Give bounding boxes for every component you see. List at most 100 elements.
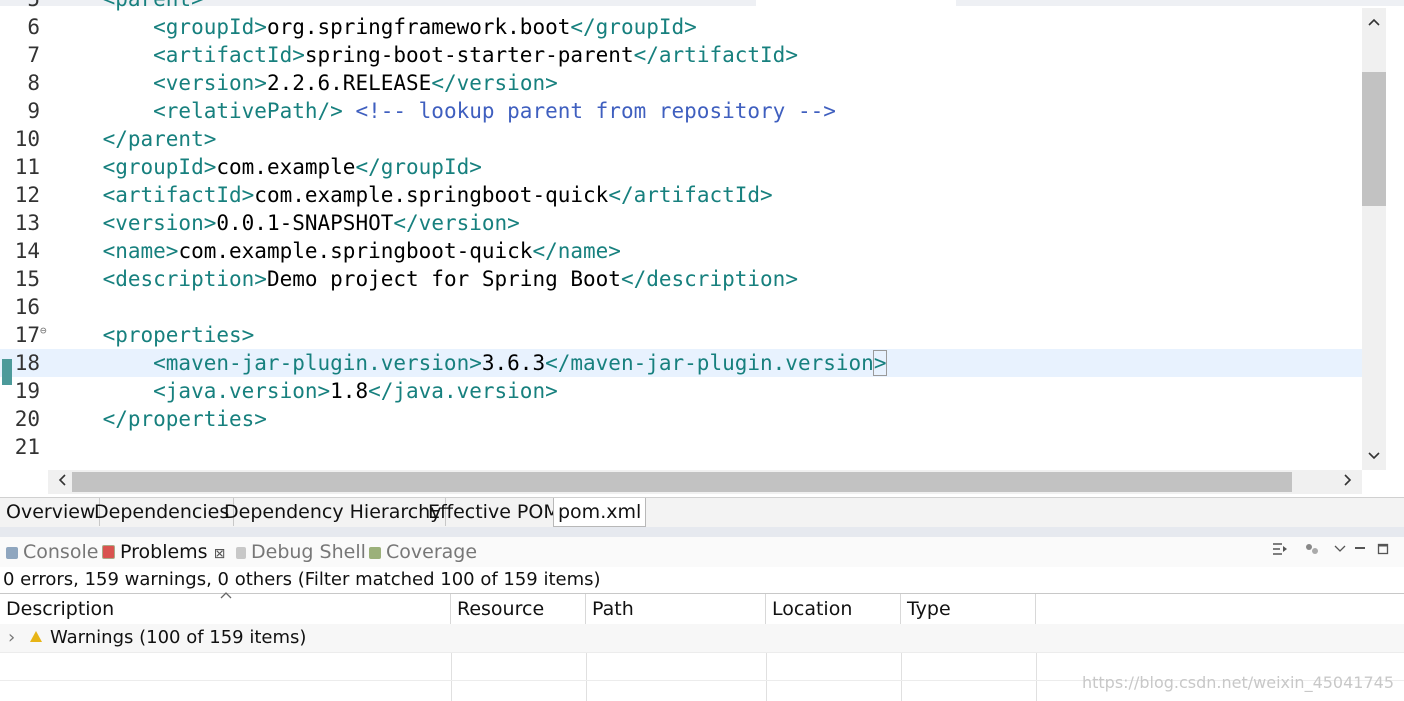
horizontal-scrollbar[interactable] bbox=[48, 470, 1362, 494]
configure-icon[interactable] bbox=[1304, 541, 1320, 561]
xml-text: 3.6.3 bbox=[481, 351, 546, 375]
xml-tag: </java.version> bbox=[368, 379, 558, 403]
xml-text: org.springframework.boot bbox=[266, 15, 571, 39]
code-line[interactable]: 8 <version>2.2.6.RELEASE</version> bbox=[0, 69, 1362, 97]
close-icon[interactable]: ⊠ bbox=[214, 546, 226, 562]
line-number: 8 bbox=[27, 71, 40, 95]
code-line[interactable]: 14 <name>com.example.springboot-quick</n… bbox=[0, 237, 1362, 265]
code-line[interactable]: 9 <relativePath/> <!-- lookup parent fro… bbox=[0, 97, 1362, 125]
minimize-icon[interactable] bbox=[1354, 541, 1366, 559]
code-text: <properties> bbox=[52, 321, 255, 349]
tab-dependencies[interactable]: Dependencies bbox=[90, 498, 235, 526]
scroll-up-icon[interactable] bbox=[1362, 12, 1386, 34]
xml-tag: > bbox=[872, 350, 888, 376]
code-text: <relativePath/> <!-- lookup parent from … bbox=[52, 97, 836, 125]
coverage-icon bbox=[369, 547, 381, 559]
warning-icon bbox=[30, 624, 50, 652]
problems-icon bbox=[102, 545, 115, 559]
line-number: 7 bbox=[27, 43, 40, 67]
tab-overview[interactable]: Overview bbox=[2, 498, 101, 526]
xml-tag: <version> bbox=[52, 71, 267, 95]
view-tab-bar: Console Problems ⊠ Debug Shell Coverage bbox=[0, 537, 1404, 567]
fold-toggle-icon[interactable]: ⊖ bbox=[40, 317, 47, 345]
code-line[interactable]: 20 </properties> bbox=[0, 405, 1362, 433]
column-header-resource[interactable]: Resource bbox=[451, 594, 586, 624]
vertical-scrollbar-thumb[interactable] bbox=[1362, 72, 1386, 206]
xml-tag: <java.version> bbox=[52, 379, 331, 403]
xml-tag: </groupId> bbox=[570, 15, 697, 39]
line-number: 20 bbox=[14, 407, 40, 431]
code-line[interactable]: 18 <maven-jar-plugin.version>3.6.3</mave… bbox=[0, 349, 1362, 377]
code-line[interactable]: 19 <java.version>1.8</java.version> bbox=[0, 377, 1362, 405]
xml-tag: <artifactId> bbox=[52, 43, 305, 67]
watermark: https://blog.csdn.net/weixin_45041745 bbox=[1081, 673, 1394, 692]
xml-text: com.example.springboot-quick bbox=[254, 183, 609, 207]
tab-pom-xml[interactable]: pom.xml bbox=[553, 498, 647, 527]
code-line[interactable]: 15 <description>Demo project for Spring … bbox=[0, 265, 1362, 293]
console-icon bbox=[6, 547, 18, 559]
line-number: 12 bbox=[14, 183, 40, 207]
code-text: <artifactId>com.example.springboot-quick… bbox=[52, 181, 773, 209]
code-area[interactable]: 5 <parent>6 <groupId>org.springframework… bbox=[0, 0, 1362, 470]
view-divider[interactable] bbox=[0, 527, 1404, 537]
problems-summary: 0 errors, 159 warnings, 0 others (Filter… bbox=[3, 569, 601, 590]
code-text: <artifactId>spring-boot-starter-parent</… bbox=[52, 41, 798, 69]
horizontal-scrollbar-thumb[interactable] bbox=[72, 472, 1292, 492]
code-line[interactable]: 21 bbox=[0, 433, 1362, 461]
xml-tag: </maven-jar-plugin.version bbox=[545, 351, 874, 375]
code-line[interactable]: 13 <version>0.0.1-SNAPSHOT</version> bbox=[0, 209, 1362, 237]
tab-problems[interactable]: Problems ⊠ bbox=[102, 539, 225, 565]
tab-problems-label: Problems bbox=[120, 541, 208, 563]
xml-tag: </parent> bbox=[52, 127, 217, 151]
scroll-right-icon[interactable] bbox=[1336, 472, 1360, 494]
maximize-icon[interactable] bbox=[1377, 541, 1389, 559]
code-line[interactable]: 11 <groupId>com.example</groupId> bbox=[0, 153, 1362, 181]
expand-chevron-icon[interactable]: › bbox=[8, 624, 15, 652]
line-number: 13 bbox=[14, 211, 40, 235]
change-marker bbox=[2, 359, 12, 385]
code-line[interactable]: 10 </parent> bbox=[0, 125, 1362, 153]
scroll-down-icon[interactable] bbox=[1362, 446, 1386, 468]
scroll-left-icon[interactable] bbox=[50, 472, 74, 494]
line-number: 16 bbox=[14, 295, 40, 319]
tab-dependency-hierarchy[interactable]: Dependency Hierarchy bbox=[220, 498, 447, 526]
code-text: <name>com.example.springboot-quick</name… bbox=[52, 237, 621, 265]
xml-tag: </artifactId> bbox=[608, 183, 773, 207]
filter-icon[interactable] bbox=[1272, 541, 1288, 561]
warnings-group-label: Warnings (100 of 159 items) bbox=[50, 627, 307, 648]
code-text: <version>0.0.1-SNAPSHOT</version> bbox=[52, 209, 520, 237]
code-line[interactable]: 6 <groupId>org.springframework.boot</gro… bbox=[0, 13, 1362, 41]
xml-tag: </name> bbox=[532, 239, 621, 263]
code-text: <version>2.2.6.RELEASE</version> bbox=[52, 69, 558, 97]
xml-tag: <version> bbox=[52, 211, 217, 235]
tab-console[interactable]: Console bbox=[6, 539, 98, 565]
xml-text: 1.8 bbox=[330, 379, 369, 403]
xml-tag: </description> bbox=[620, 267, 798, 291]
code-line[interactable]: 5 <parent> bbox=[0, 0, 1362, 13]
tab-debug-shell[interactable]: Debug Shell bbox=[236, 539, 366, 565]
tab-debug-shell-label: Debug Shell bbox=[251, 541, 366, 563]
column-header-type[interactable]: Type bbox=[901, 594, 1036, 624]
line-number: 15 bbox=[14, 267, 40, 291]
column-header-path[interactable]: Path bbox=[586, 594, 766, 624]
xml-comment: <!-- lookup parent from repository --> bbox=[355, 99, 836, 123]
line-number: 6 bbox=[27, 15, 40, 39]
column-header-location[interactable]: Location bbox=[766, 594, 901, 624]
table-row[interactable]: › Warnings (100 of 159 items) bbox=[0, 624, 1404, 653]
line-number: 9 bbox=[27, 99, 40, 123]
vertical-scrollbar[interactable] bbox=[1362, 8, 1386, 470]
line-number: 10 bbox=[14, 127, 40, 151]
tab-coverage[interactable]: Coverage bbox=[369, 539, 477, 565]
line-number: 5 bbox=[0, 0, 40, 13]
view-menu-icon[interactable] bbox=[1334, 541, 1346, 559]
xml-editor[interactable]: 5 <parent>6 <groupId>org.springframework… bbox=[0, 0, 1404, 497]
code-line[interactable]: 17 ⊖ <properties> bbox=[0, 321, 1362, 349]
code-text: <groupId>com.example</groupId> bbox=[52, 153, 482, 181]
tab-effective-pom[interactable]: Effective POM bbox=[424, 498, 565, 526]
code-line[interactable]: 7 <artifactId>spring-boot-starter-parent… bbox=[0, 41, 1362, 69]
code-line[interactable]: 16 bbox=[0, 293, 1362, 321]
code-line[interactable]: 12 <artifactId>com.example.springboot-qu… bbox=[0, 181, 1362, 209]
xml-text: Demo project for Spring Boot bbox=[266, 267, 621, 291]
code-text: <description>Demo project for Spring Boo… bbox=[52, 265, 798, 293]
xml-tag: <relativePath/> bbox=[52, 99, 356, 123]
